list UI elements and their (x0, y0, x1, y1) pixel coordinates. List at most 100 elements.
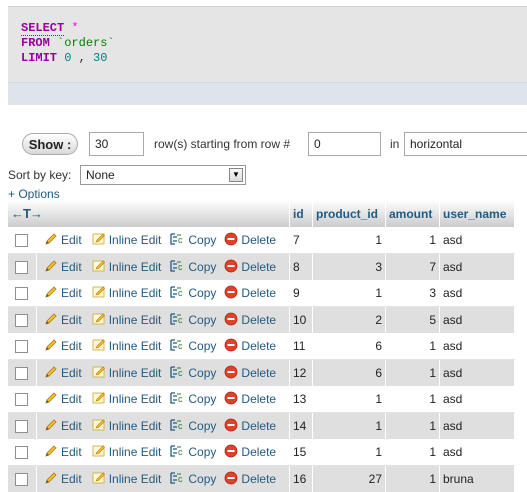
copy-link[interactable]: cCopy (169, 391, 216, 408)
inline-edit-link[interactable]: Inline Edit (92, 285, 162, 302)
cell-id[interactable]: 8 (290, 254, 313, 281)
cell-user-name[interactable]: asd (440, 227, 515, 254)
rows-count-input[interactable]: 30 (89, 132, 144, 156)
cell-user-name[interactable]: bruna (440, 466, 515, 492)
copy-link[interactable]: cCopy (169, 232, 216, 249)
copy-link[interactable]: cCopy (169, 418, 216, 435)
cell-amount[interactable]: 1 (386, 466, 440, 492)
row-checkbox[interactable] (15, 261, 28, 274)
column-header-id[interactable]: id (290, 200, 313, 227)
edit-link[interactable]: Edit (44, 312, 82, 329)
cell-id[interactable]: 14 (290, 413, 313, 440)
cell-product-id[interactable]: 6 (313, 333, 386, 360)
delete-link[interactable]: Delete (224, 444, 276, 461)
delete-link[interactable]: Delete (224, 285, 276, 302)
display-mode-select[interactable]: horizontal (404, 132, 527, 156)
delete-link[interactable]: Delete (224, 391, 276, 408)
cell-amount[interactable]: 1 (386, 360, 440, 387)
cell-id[interactable]: 9 (290, 280, 313, 307)
sort-by-key-select[interactable]: None ▼ (80, 165, 246, 185)
delete-link[interactable]: Delete (224, 418, 276, 435)
edit-link[interactable]: Edit (44, 232, 82, 249)
inline-edit-link[interactable]: Inline Edit (92, 365, 162, 382)
cell-amount[interactable]: 3 (386, 280, 440, 307)
cell-product-id[interactable]: 2 (313, 307, 386, 334)
edit-link[interactable]: Edit (44, 285, 82, 302)
delete-link[interactable]: Delete (224, 365, 276, 382)
copy-link[interactable]: cCopy (169, 285, 216, 302)
copy-link[interactable]: cCopy (169, 365, 216, 382)
row-checkbox[interactable] (15, 446, 28, 459)
cell-product-id[interactable]: 1 (313, 413, 386, 440)
cell-id[interactable]: 11 (290, 333, 313, 360)
cell-product-id[interactable]: 1 (313, 280, 386, 307)
edit-link[interactable]: Edit (44, 365, 82, 382)
cell-amount[interactable]: 1 (386, 227, 440, 254)
cell-user-name[interactable]: asd (440, 439, 515, 466)
edit-link[interactable]: Edit (44, 338, 82, 355)
cell-user-name[interactable]: asd (440, 333, 515, 360)
delete-link[interactable]: Delete (224, 471, 276, 488)
cell-product-id[interactable]: 1 (313, 439, 386, 466)
dropdown-arrow-icon[interactable]: ▼ (229, 168, 243, 182)
row-checkbox[interactable] (15, 367, 28, 380)
column-header-product-id[interactable]: product_id (313, 200, 386, 227)
copy-link[interactable]: cCopy (169, 471, 216, 488)
cell-amount[interactable]: 1 (386, 439, 440, 466)
copy-link[interactable]: cCopy (169, 444, 216, 461)
cell-id[interactable]: 10 (290, 307, 313, 334)
cell-id[interactable]: 7 (290, 227, 313, 254)
column-move-arrows-icon[interactable]: ←T→ (11, 206, 42, 221)
cell-id[interactable]: 15 (290, 439, 313, 466)
cell-user-name[interactable]: asd (440, 280, 515, 307)
inline-edit-link[interactable]: Inline Edit (92, 471, 162, 488)
column-header-user-name[interactable]: user_name (440, 200, 515, 227)
cell-id[interactable]: 13 (290, 386, 313, 413)
cell-amount[interactable]: 5 (386, 307, 440, 334)
cell-id[interactable]: 12 (290, 360, 313, 387)
edit-link[interactable]: Edit (44, 391, 82, 408)
delete-link[interactable]: Delete (224, 338, 276, 355)
edit-link[interactable]: Edit (44, 259, 82, 276)
copy-link[interactable]: cCopy (169, 259, 216, 276)
edit-link[interactable]: Edit (44, 418, 82, 435)
cell-user-name[interactable]: asd (440, 360, 515, 387)
sql-select-keyword[interactable]: SELECT (21, 21, 64, 36)
delete-link[interactable]: Delete (224, 312, 276, 329)
cell-product-id[interactable]: 1 (313, 386, 386, 413)
cell-amount[interactable]: 7 (386, 254, 440, 281)
row-checkbox[interactable] (15, 287, 28, 300)
copy-link[interactable]: cCopy (169, 312, 216, 329)
row-checkbox[interactable] (15, 420, 28, 433)
cell-user-name[interactable]: asd (440, 254, 515, 281)
cell-product-id[interactable]: 3 (313, 254, 386, 281)
row-checkbox[interactable] (15, 314, 28, 327)
inline-edit-link[interactable]: Inline Edit (92, 312, 162, 329)
inline-edit-link[interactable]: Inline Edit (92, 259, 162, 276)
cell-amount[interactable]: 1 (386, 413, 440, 440)
inline-edit-link[interactable]: Inline Edit (92, 444, 162, 461)
cell-user-name[interactable]: asd (440, 307, 515, 334)
edit-link[interactable]: Edit (44, 444, 82, 461)
show-button[interactable]: Show : (22, 133, 78, 155)
column-header-amount[interactable]: amount (386, 200, 440, 227)
delete-link[interactable]: Delete (224, 259, 276, 276)
row-checkbox[interactable] (15, 473, 28, 486)
cell-product-id[interactable]: 1 (313, 227, 386, 254)
row-checkbox[interactable] (15, 234, 28, 247)
cell-amount[interactable]: 1 (386, 386, 440, 413)
inline-edit-link[interactable]: Inline Edit (92, 232, 162, 249)
cell-amount[interactable]: 1 (386, 333, 440, 360)
cell-user-name[interactable]: asd (440, 413, 515, 440)
delete-link[interactable]: Delete (224, 232, 276, 249)
row-checkbox[interactable] (15, 393, 28, 406)
cell-product-id[interactable]: 27 (313, 466, 386, 492)
cell-id[interactable]: 16 (290, 466, 313, 492)
edit-link[interactable]: Edit (44, 471, 82, 488)
cell-user-name[interactable]: asd (440, 386, 515, 413)
options-link[interactable]: + Options (8, 187, 60, 201)
start-row-input[interactable]: 0 (308, 132, 381, 156)
row-checkbox[interactable] (15, 340, 28, 353)
cell-product-id[interactable]: 6 (313, 360, 386, 387)
inline-edit-link[interactable]: Inline Edit (92, 338, 162, 355)
